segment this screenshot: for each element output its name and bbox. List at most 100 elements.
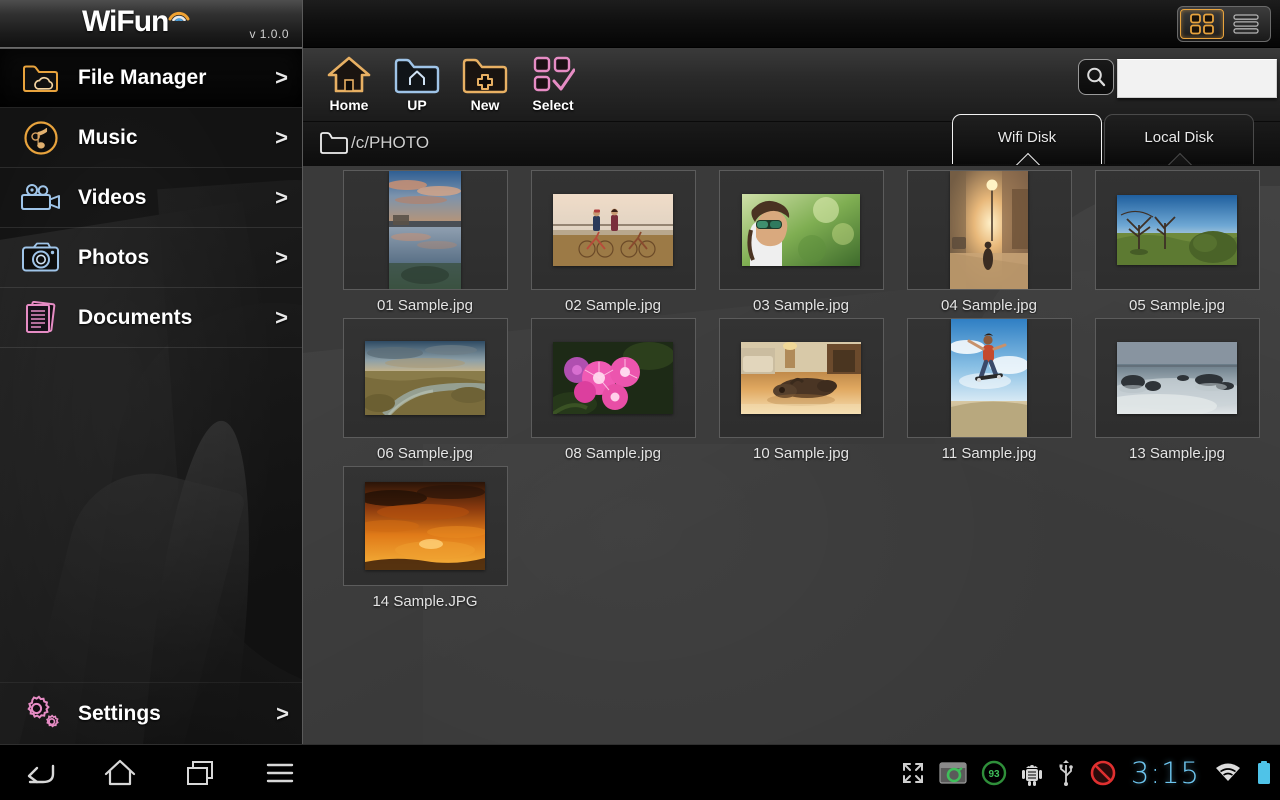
sidebar-item-label: Settings <box>78 701 161 725</box>
battery-percent-icon[interactable]: 93 <box>981 760 1007 786</box>
thumbnail-image <box>1117 342 1237 414</box>
thumbnail-image <box>553 342 673 414</box>
file-item[interactable]: 02 Sample.jpg <box>519 170 707 314</box>
sidebar-item-videos[interactable]: Videos > <box>0 168 302 228</box>
screenshot-icon[interactable] <box>939 761 967 785</box>
android-robot-icon[interactable] <box>1021 760 1043 786</box>
file-grid-area: 01 Sample.jpg 02 Sample.jpg 03 Sample.jp… <box>303 166 1280 744</box>
sidebar-item-music[interactable]: Music > <box>0 108 302 168</box>
folder-cloud-icon <box>18 58 64 98</box>
toolbar-home-button[interactable]: Home <box>311 52 387 118</box>
thumbnail-box <box>342 466 508 586</box>
file-name: 08 Sample.jpg <box>565 445 661 462</box>
home-icon[interactable] <box>80 745 160 800</box>
main-pane: Home UP New Select /c/PHOTO Wifi Disk Lo… <box>303 0 1280 744</box>
file-name: 06 Sample.jpg <box>377 445 473 462</box>
file-item[interactable]: 08 Sample.jpg <box>519 318 707 462</box>
app-logo-text-wi: Wi <box>82 5 117 38</box>
folder-icon <box>319 130 349 161</box>
current-path: /c/PHOTO <box>351 133 430 152</box>
fullscreen-icon[interactable] <box>901 761 925 785</box>
chevron-right-icon: > <box>275 184 288 210</box>
file-item[interactable]: 14 Sample.JPG <box>331 466 519 610</box>
status-clock[interactable]: 3:15 <box>1131 756 1200 790</box>
video-camera-icon <box>18 178 64 218</box>
android-nav-buttons <box>0 745 320 800</box>
file-item[interactable]: 11 Sample.jpg <box>895 318 1083 462</box>
thumbnail-image <box>742 194 860 266</box>
thumbnail-box <box>718 170 884 290</box>
top-bar <box>303 0 1280 48</box>
file-name: 05 Sample.jpg <box>1129 297 1225 314</box>
toolbar-up-button[interactable]: UP <box>379 52 455 118</box>
back-icon[interactable] <box>0 745 80 800</box>
file-item[interactable]: 01 Sample.jpg <box>331 170 519 314</box>
sidebar-item-label: File Manager <box>78 66 207 89</box>
file-name: 02 Sample.jpg <box>565 297 661 314</box>
thumbnail-box <box>530 318 696 438</box>
file-name: 11 Sample.jpg <box>941 445 1037 462</box>
file-item[interactable]: 05 Sample.jpg <box>1083 170 1271 314</box>
file-item[interactable]: 10 Sample.jpg <box>707 318 895 462</box>
thumbnail-box <box>718 318 884 438</box>
list-view-icon[interactable] <box>1224 9 1268 39</box>
recents-icon[interactable] <box>160 745 240 800</box>
file-name: 14 Sample.JPG <box>372 593 478 610</box>
thumbnail-image <box>951 319 1027 437</box>
toolbar-select-button[interactable]: Select <box>515 52 591 118</box>
android-status-icons: 93 3:15 <box>901 745 1272 800</box>
sidebar-item-file-manager[interactable]: File Manager > <box>0 48 302 108</box>
search-input[interactable] <box>1117 59 1277 98</box>
thumbnail-box <box>530 170 696 290</box>
file-name: 01 Sample.jpg <box>377 297 473 314</box>
sidebar: WiFun v 1.0.0 File Manager > Music > Vid… <box>0 0 303 744</box>
tab-local-disk[interactable]: Local Disk <box>1104 114 1254 164</box>
thumbnail-image <box>365 341 485 415</box>
wifi-arcs-icon <box>168 11 190 21</box>
thumbnail-box <box>342 318 508 438</box>
toolbar-button-label: Home <box>329 97 369 113</box>
sidebar-item-photos[interactable]: Photos > <box>0 228 302 288</box>
sidebar-item-label: Photos <box>78 245 150 269</box>
search-button[interactable] <box>1078 59 1114 95</box>
sidebar-item-label: Music <box>78 125 138 149</box>
sidebar-nav: File Manager > Music > Videos > Photos >… <box>0 48 302 348</box>
chevron-right-icon: > <box>276 700 289 726</box>
thumbnail-box <box>906 318 1072 438</box>
battery-percent-value: 93 <box>988 769 1000 780</box>
disk-tabs: Wifi Disk Local Disk <box>952 114 1254 164</box>
battery-icon[interactable] <box>1256 760 1272 786</box>
thumbnail-image <box>389 171 461 289</box>
app-logo-text-fun: Fun <box>116 5 169 38</box>
file-name: 03 Sample.jpg <box>753 297 849 314</box>
mute-icon[interactable] <box>1089 759 1117 787</box>
usb-icon[interactable] <box>1057 760 1075 786</box>
toolbar-button-label: Select <box>532 97 574 113</box>
folder-up-icon <box>393 52 441 96</box>
thumbnail-box <box>1094 170 1260 290</box>
sidebar-item-documents[interactable]: Documents > <box>0 288 302 348</box>
search-icon <box>1087 67 1106 87</box>
file-item[interactable]: 04 Sample.jpg <box>895 170 1083 314</box>
wifi-icon[interactable] <box>1214 761 1242 785</box>
gears-icon <box>18 694 64 734</box>
file-item[interactable]: 13 Sample.jpg <box>1083 318 1271 462</box>
toolbar-button-label: UP <box>407 97 427 113</box>
file-grid: 01 Sample.jpg 02 Sample.jpg 03 Sample.jp… <box>303 166 1280 614</box>
toolbar-new-button[interactable]: New <box>447 52 523 118</box>
file-item[interactable]: 06 Sample.jpg <box>331 318 519 462</box>
documents-icon <box>18 298 64 338</box>
wifun-app-window: WiFun v 1.0.0 File Manager > Music > Vid… <box>0 0 1280 800</box>
home-icon <box>326 52 372 96</box>
folder-new-icon <box>461 52 509 96</box>
thumbnail-image <box>365 482 485 570</box>
camera-icon <box>18 238 64 278</box>
view-mode-toggle <box>1177 6 1271 42</box>
file-name: 10 Sample.jpg <box>753 445 849 462</box>
tab-wifi-disk[interactable]: Wifi Disk <box>952 114 1102 164</box>
grid-view-icon[interactable] <box>1180 9 1224 39</box>
sidebar-item-settings[interactable]: Settings > <box>0 682 302 744</box>
menu-icon[interactable] <box>240 745 320 800</box>
file-item[interactable]: 03 Sample.jpg <box>707 170 895 314</box>
action-toolbar: Home UP New Select <box>303 48 1280 122</box>
